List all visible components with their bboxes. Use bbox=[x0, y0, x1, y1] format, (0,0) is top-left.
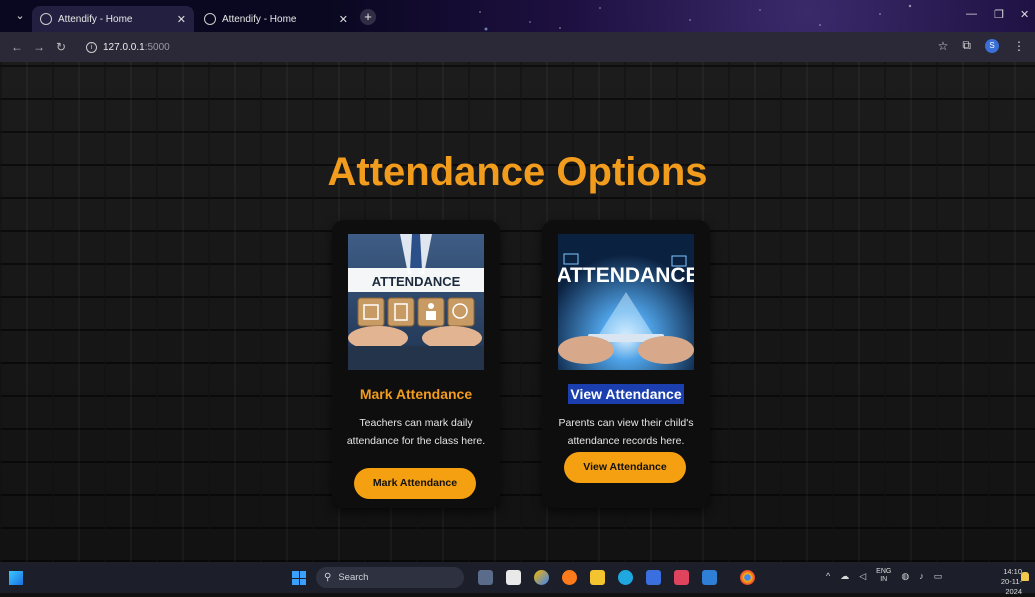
search-icon: ⚲ bbox=[324, 572, 332, 583]
address-toolbar: ← → ↻ i 127.0.0.1:5000 ☆ ⧉ S ⋮ bbox=[0, 32, 1035, 62]
bookmark-star-icon[interactable]: ☆ bbox=[938, 39, 949, 53]
lang-code: ENG bbox=[876, 568, 892, 575]
store-app-icon[interactable] bbox=[646, 570, 661, 585]
tab-title: Attendify - Home bbox=[222, 13, 297, 25]
taskbar-search-input[interactable]: ⚲ Search bbox=[316, 567, 464, 588]
mark-attendance-image: ATTENDANCE bbox=[348, 234, 484, 370]
url-host: 127.0.0.1 bbox=[103, 41, 145, 53]
new-tab-button[interactable]: + bbox=[360, 9, 376, 25]
volume-icon[interactable]: ♪ bbox=[919, 571, 924, 581]
view-attendance-image: ATTENDANCE bbox=[558, 234, 694, 370]
battery-icon[interactable]: ▭ bbox=[934, 571, 943, 582]
copilot-icon[interactable] bbox=[534, 570, 549, 585]
page-title: Attendance Options bbox=[327, 150, 708, 194]
close-tab-icon[interactable]: ✕ bbox=[339, 13, 348, 26]
time: 14:10 bbox=[1003, 567, 1022, 576]
browser-tab[interactable]: Attendify - Home ✕ bbox=[196, 6, 356, 32]
tab-search-chevron-icon[interactable]: ⌄ bbox=[12, 8, 28, 24]
minimize-icon[interactable]: — bbox=[966, 8, 977, 20]
mark-attendance-button[interactable]: Mark Attendance bbox=[354, 468, 476, 499]
card-title-text-selected: View Attendance bbox=[568, 384, 684, 404]
back-arrow-icon[interactable]: ← bbox=[8, 40, 26, 54]
card-title: View Attendance bbox=[542, 384, 710, 404]
send-icon[interactable]: ◁ bbox=[859, 571, 866, 582]
restore-icon[interactable]: ❐ bbox=[994, 8, 1004, 21]
url-bar[interactable]: i 127.0.0.1:5000 bbox=[86, 37, 916, 57]
close-tab-icon[interactable]: ✕ bbox=[177, 13, 186, 26]
region-code: IN bbox=[880, 576, 888, 583]
vscode-icon[interactable] bbox=[702, 570, 717, 585]
windows-start-icon[interactable] bbox=[292, 571, 306, 585]
image-caption: ATTENDANCE bbox=[372, 274, 461, 289]
image-caption: ATTENDANCE bbox=[558, 264, 694, 287]
extensions-icon[interactable]: ⧉ bbox=[962, 38, 971, 53]
browser-app-icon[interactable] bbox=[562, 570, 577, 585]
reload-icon[interactable]: ↻ bbox=[52, 40, 70, 54]
calendar-app-icon[interactable] bbox=[506, 570, 521, 585]
close-window-icon[interactable]: ✕ bbox=[1020, 8, 1029, 21]
site-info-icon[interactable]: i bbox=[86, 41, 97, 53]
card-title: Mark Attendance bbox=[359, 386, 473, 402]
task-view-icon[interactable] bbox=[478, 570, 493, 585]
windows-taskbar: ⚲ Search ^ ☁ ◁ ENG IN ◍ ♪ ▭ 14:10 20-11-… bbox=[0, 562, 1035, 596]
forward-arrow-icon[interactable]: → bbox=[30, 40, 48, 54]
url-port: :5000 bbox=[144, 41, 170, 53]
edge-icon[interactable] bbox=[618, 570, 633, 585]
date: 20-11-2024 bbox=[1000, 577, 1022, 596]
cloud-icon[interactable]: ☁ bbox=[840, 571, 849, 582]
git-app-icon[interactable] bbox=[674, 570, 689, 585]
network-icon[interactable]: ◍ bbox=[901, 571, 909, 582]
file-explorer-icon[interactable] bbox=[590, 570, 605, 585]
page-content: Attendance Options ATTENDANCE Mark Atten… bbox=[0, 62, 1035, 562]
browser-tab-active[interactable]: Attendify - Home ✕ bbox=[32, 6, 194, 32]
globe-icon bbox=[40, 13, 52, 25]
card-description: Teachers can mark daily attendance for t… bbox=[346, 417, 486, 447]
tab-title: Attendify - Home bbox=[58, 13, 133, 25]
view-attendance-card: ATTENDANCE View Attendance Parents can v… bbox=[542, 220, 710, 508]
profile-avatar[interactable]: S bbox=[985, 38, 999, 53]
menu-kebab-icon[interactable]: ⋮ bbox=[1013, 39, 1025, 53]
search-placeholder: Search bbox=[338, 572, 369, 583]
chrome-icon[interactable] bbox=[740, 570, 755, 585]
system-tray: ^ ☁ ◁ ENG IN ◍ ♪ ▭ bbox=[826, 568, 942, 584]
globe-icon bbox=[204, 13, 216, 25]
card-description: Parents can view their child's attendanc… bbox=[558, 417, 694, 447]
browser-tab-bar: ⌄ Attendify - Home ✕ Attendify - Home ✕ … bbox=[0, 0, 1035, 32]
widgets-icon[interactable] bbox=[9, 571, 23, 585]
view-attendance-button[interactable]: View Attendance bbox=[564, 452, 686, 483]
language-indicator[interactable]: ENG IN bbox=[876, 568, 891, 584]
mark-attendance-card: ATTENDANCE Mark Attendance Teachers can … bbox=[332, 220, 500, 508]
notification-bell-icon[interactable] bbox=[1021, 572, 1029, 581]
chevron-up-icon[interactable]: ^ bbox=[826, 571, 830, 581]
